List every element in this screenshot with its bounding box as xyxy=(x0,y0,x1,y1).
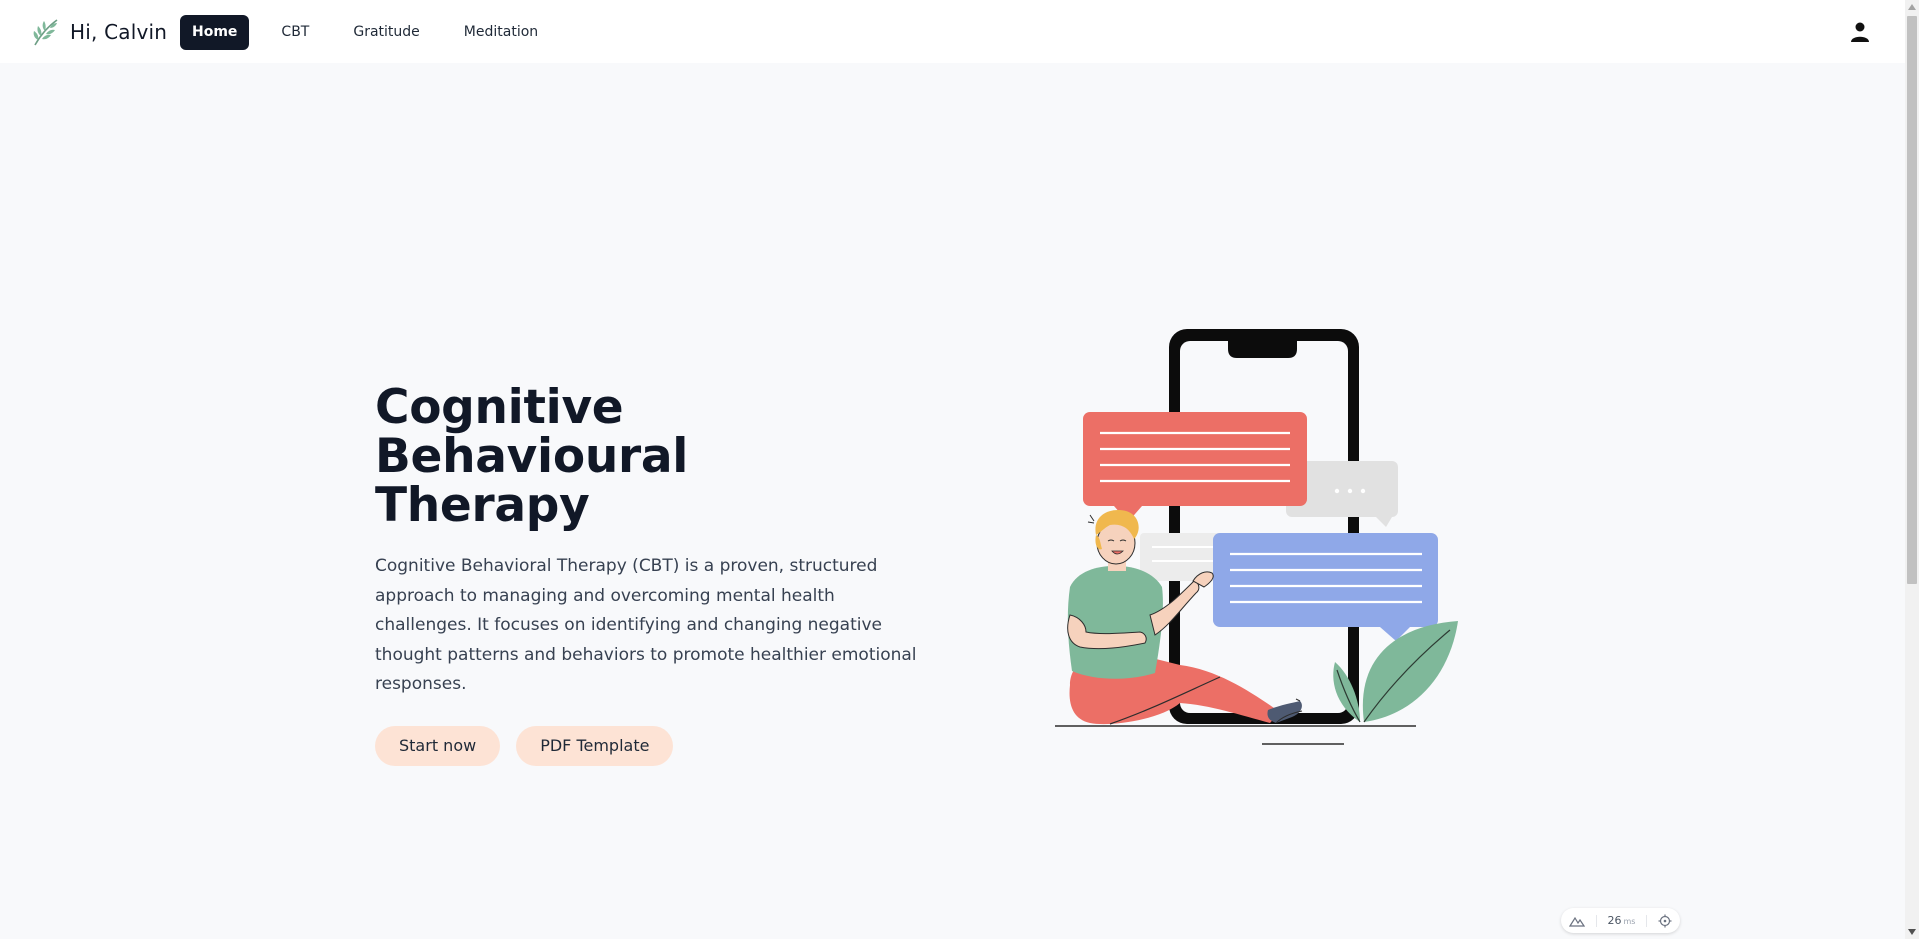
start-now-button[interactable]: Start now xyxy=(375,725,501,766)
perf-timing: 26 ms xyxy=(1608,914,1636,927)
perf-unit: ms xyxy=(1623,917,1636,926)
nav-gratitude[interactable]: Gratitude xyxy=(341,15,431,50)
perf-separator xyxy=(1646,914,1648,927)
hero-title: Cognitive Behavioural Therapy xyxy=(375,383,935,530)
pdf-template-button[interactable]: PDF Template xyxy=(516,725,674,766)
brand[interactable]: Hi, Calvin xyxy=(30,16,167,48)
crosshair-icon[interactable] xyxy=(1658,914,1672,928)
hero-description: Cognitive Behavioral Therapy (CBT) is a … xyxy=(375,556,917,694)
scroll-thumb[interactable] xyxy=(1907,16,1917,584)
mountain-icon xyxy=(1569,916,1585,927)
nav-home[interactable]: Home xyxy=(180,15,250,50)
main-nav: Home CBT Gratitude Meditation xyxy=(180,15,554,50)
hero-title-line2: Therapy xyxy=(375,478,590,533)
perf-value: 26 xyxy=(1607,914,1622,927)
scroll-up-arrow-icon[interactable] xyxy=(1905,0,1919,14)
nav-meditation[interactable]: Meditation xyxy=(452,15,550,50)
hero-section: Cognitive Behavioural Therapy Cognitive … xyxy=(375,383,935,766)
phone-chat-illustration xyxy=(1055,329,1458,745)
perf-separator xyxy=(1595,914,1597,927)
scroll-down-arrow-icon[interactable] xyxy=(1905,925,1919,939)
hero-title-line1: Cognitive Behavioural xyxy=(375,380,689,484)
perf-widget[interactable]: 26 ms xyxy=(1561,908,1680,933)
leaf-icon xyxy=(33,19,58,46)
user-icon[interactable] xyxy=(1848,20,1872,44)
greeting-title: Hi, Calvin xyxy=(70,20,168,44)
nav-cbt[interactable]: CBT xyxy=(269,15,321,50)
top-navbar: Hi, Calvin Home CBT Gratitude Meditation xyxy=(0,0,1905,63)
hero-buttons: Start now PDF Template xyxy=(375,725,935,766)
page-scrollbar[interactable] xyxy=(1905,0,1919,939)
